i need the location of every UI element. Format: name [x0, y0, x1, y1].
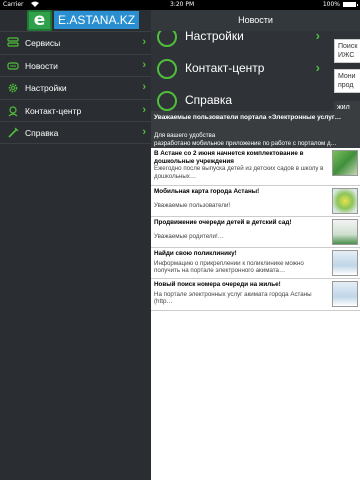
news-item[interactable]: Новый поиск номера очереди на жилье! На … — [151, 279, 360, 311]
news-title: Новый поиск номера очереди на жилье! — [154, 281, 281, 288]
chevron-right-icon: › — [142, 103, 146, 116]
sidebar: e E.ASTANA.KZ Сервисы › Новости › Настро… — [0, 10, 151, 480]
chevron-right-icon: › — [142, 58, 146, 71]
help-icon — [157, 91, 177, 111]
panel-title: Новости — [151, 10, 360, 31]
sidebar-item-label: Контакт-центр — [25, 105, 82, 116]
news-panel: Новости Настройки › Контакт-центр › Спра… — [151, 10, 360, 480]
battery-icon — [343, 2, 358, 7]
under-item-label: Настройки — [185, 29, 244, 43]
news-title: Мобильная карта города Астаны! — [154, 188, 260, 195]
sidebar-header: e E.ASTANA.KZ — [0, 10, 151, 31]
under-item-label: Контакт-центр — [185, 61, 265, 75]
news-desc: Для вашего удобства — [154, 132, 216, 139]
news-desc: Уважаемые пользователи! — [154, 201, 231, 209]
chevron-right-icon: › — [142, 126, 146, 138]
news-desc: Ежегодно после выпуска детей из детских … — [154, 165, 324, 180]
news-thumbnail — [332, 150, 358, 176]
news-thumbnail — [332, 250, 358, 276]
news-desc: разработано мобильное приложение по рабо… — [154, 140, 337, 147]
news-item[interactable]: В Астане со 2 июня начнется комплектован… — [151, 148, 360, 186]
under-item-contact-center[interactable]: Контакт-центр › — [151, 55, 326, 83]
news-desc: На портале электронных услуг акимата гор… — [154, 290, 312, 306]
chevron-right-icon: › — [315, 60, 320, 75]
news-thumbnail — [332, 219, 358, 245]
status-time: 3:20 PM — [170, 1, 195, 8]
news-item[interactable]: Мобильная карта города Астаны! Уважаемые… — [151, 186, 360, 217]
sidebar-item-label: Новости — [25, 60, 58, 71]
headset-icon — [157, 59, 177, 79]
news-highlight[interactable]: Уважаемые пользователи портала «Электрон… — [151, 111, 360, 148]
peek-card[interactable]: Мони прод — [334, 69, 360, 93]
sidebar-item-label: Справка — [25, 128, 59, 138]
status-bar: Carrier 3:20 PM 100% — [0, 0, 360, 10]
sidebar-item-services[interactable]: Сервисы › — [0, 31, 151, 54]
logo-e-icon: e — [27, 10, 52, 31]
news-title: Уважаемые пользователи портала «Электрон… — [154, 114, 342, 121]
sidebar-item-news[interactable]: Новости › — [0, 53, 151, 77]
chevron-right-icon: › — [142, 36, 146, 48]
news-thumbnail — [332, 281, 358, 307]
battery-percent: 100% — [322, 1, 340, 8]
news-list: Уважаемые пользователи портала «Электрон… — [151, 111, 360, 311]
wifi-icon — [31, 1, 39, 9]
services-icon — [7, 37, 19, 49]
chevron-right-icon: › — [142, 81, 146, 93]
logo-text: E.ASTANA.KZ — [54, 11, 140, 29]
battery-level — [344, 3, 355, 6]
under-item-label: Справка — [185, 93, 233, 107]
news-icon — [7, 60, 19, 72]
news-desc: Информацию о прикреплении к поликлинике … — [154, 259, 304, 275]
news-title: Найди свою поликлинику! — [154, 250, 237, 257]
sidebar-item-help[interactable]: Справка › — [0, 121, 151, 144]
gear-icon — [7, 82, 19, 94]
news-item[interactable]: Найди свою поликлинику! Информацию о при… — [151, 248, 360, 279]
sidebar-item-settings[interactable]: Настройки › — [0, 76, 151, 99]
headset-icon — [7, 105, 19, 117]
news-title: Продвижение очереди детей в детский сад! — [154, 219, 292, 226]
news-title: В Астане со 2 июня начнется комплектован… — [154, 150, 304, 165]
sidebar-item-label: Настройки — [25, 83, 67, 93]
sidebar-item-contact-center[interactable]: Контакт-центр › — [0, 98, 151, 122]
carrier-label: Carrier — [3, 1, 24, 8]
news-item[interactable]: Продвижение очереди детей в детский сад!… — [151, 217, 360, 248]
help-icon — [7, 127, 19, 139]
peek-card[interactable]: Поиск ИЖС — [334, 39, 360, 63]
sidebar-item-label: Сервисы — [25, 38, 61, 48]
news-desc: Уважаемые родители!… — [154, 232, 224, 240]
underlying-menu: Настройки › Контакт-центр › Справка Поис… — [151, 27, 360, 113]
news-thumbnail — [332, 188, 358, 214]
